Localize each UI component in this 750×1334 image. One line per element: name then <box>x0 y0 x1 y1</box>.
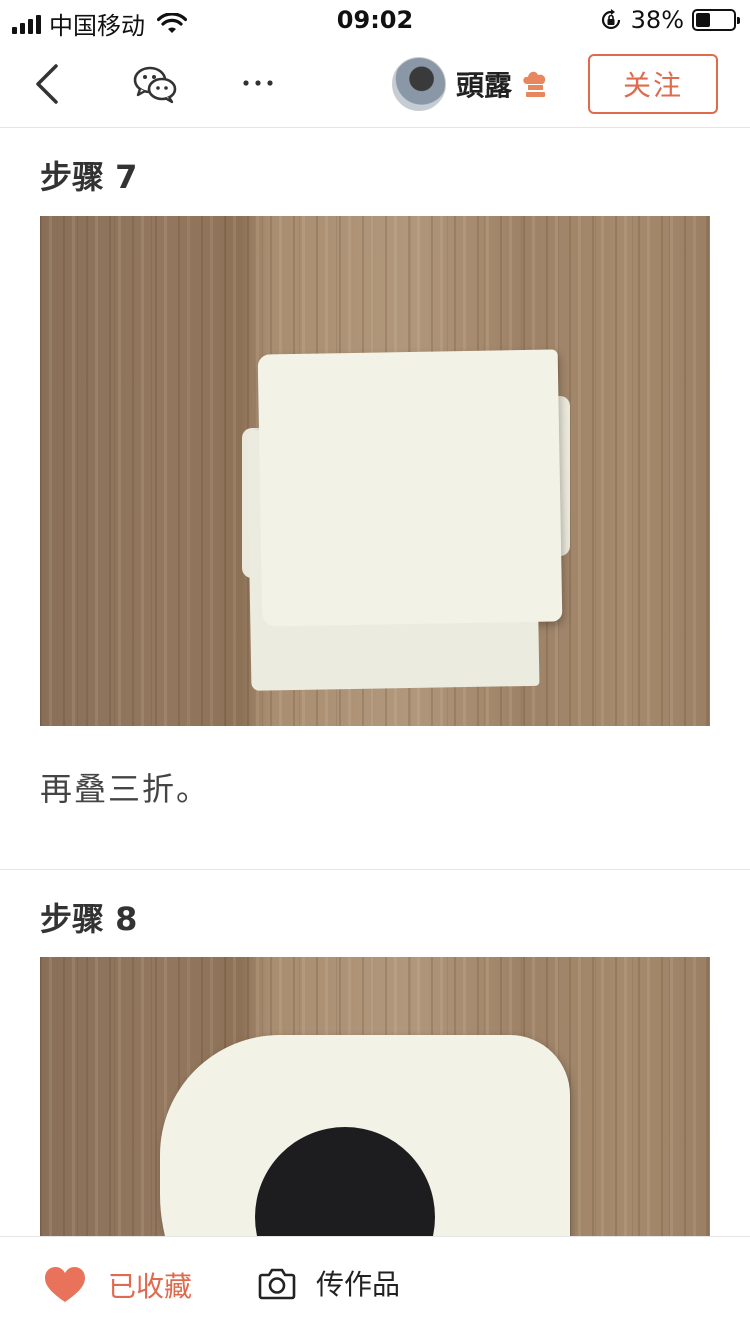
author-name[interactable]: 頭露 <box>456 64 512 104</box>
rotation-lock-icon <box>601 9 620 30</box>
step-photo[interactable] <box>40 957 710 1236</box>
step-title: 步骤 8 <box>40 900 138 938</box>
back-icon[interactable] <box>28 60 68 108</box>
battery-percent: 38% <box>630 6 684 34</box>
battery-icon <box>692 9 740 31</box>
favorite-label[interactable]: 已收藏 <box>108 1265 192 1305</box>
step-description: 再叠三折。 <box>40 770 211 808</box>
camera-icon[interactable] <box>258 1264 296 1302</box>
step-photo[interactable] <box>40 216 710 726</box>
bottom-bar: 已收藏 传作品 <box>0 1236 750 1334</box>
status-bar: 中国移动 09:02 38% <box>0 0 750 40</box>
chef-hat-icon <box>523 71 546 97</box>
nav-bar: 頭露 关注 <box>0 40 750 128</box>
more-icon[interactable] <box>240 68 276 98</box>
upload-work-button[interactable]: 传作品 <box>258 1263 400 1303</box>
step-title: 步骤 7 <box>40 158 138 196</box>
battery-fill <box>696 13 710 27</box>
folded-dough <box>257 349 563 627</box>
avatar[interactable] <box>392 57 446 111</box>
author-info[interactable]: 頭露 <box>392 57 548 111</box>
follow-button[interactable]: 关注 <box>588 54 718 114</box>
favorite-button[interactable]: 已收藏 <box>44 1265 192 1305</box>
status-right: 38% <box>599 6 740 34</box>
upload-label[interactable]: 传作品 <box>316 1263 400 1303</box>
heart-icon[interactable] <box>44 1266 86 1304</box>
divider <box>0 869 750 870</box>
wechat-icon[interactable] <box>132 64 178 104</box>
